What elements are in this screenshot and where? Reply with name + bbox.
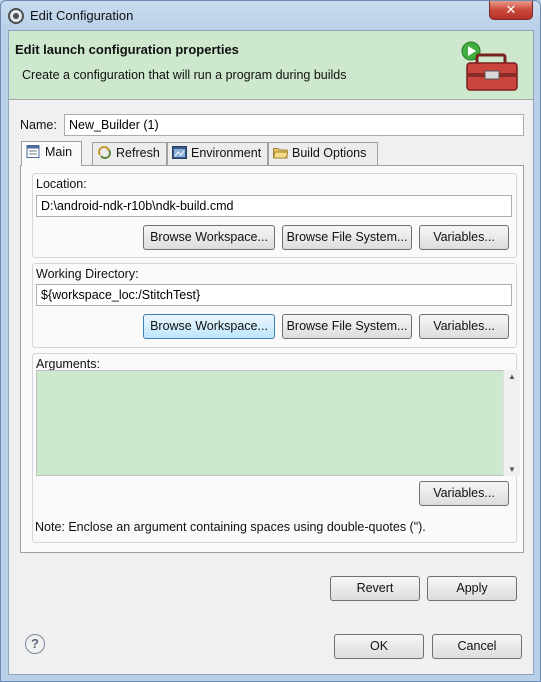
arguments-scrollbar[interactable]: ▲ ▼ xyxy=(503,370,520,476)
scroll-down-arrow-icon[interactable]: ▼ xyxy=(508,465,516,474)
main-tab-panel: Location: Browse Workspace... Browse Fil… xyxy=(20,165,524,553)
location-input[interactable] xyxy=(36,195,512,217)
edit-configuration-window: Edit Configuration ✕ Edit launch configu… xyxy=(0,0,541,682)
location-label: Location: xyxy=(36,177,87,191)
header-title: Edit launch configuration properties xyxy=(15,42,239,57)
tab-build-options-label: Build Options xyxy=(292,146,367,160)
refresh-icon xyxy=(98,146,111,159)
working-directory-variables-button[interactable]: Variables... xyxy=(419,314,509,339)
dialog-header: Edit launch configuration properties Cre… xyxy=(9,31,533,100)
location-browse-workspace-button[interactable]: Browse Workspace... xyxy=(143,225,275,250)
help-icon[interactable]: ? xyxy=(25,634,45,654)
working-directory-label: Working Directory: xyxy=(36,267,139,281)
name-input[interactable] xyxy=(64,114,524,136)
tab-main-label: Main xyxy=(45,145,73,159)
environment-icon xyxy=(172,146,187,159)
arguments-label: Arguments: xyxy=(36,357,100,371)
tab-refresh-label: Refresh xyxy=(116,146,160,160)
dialog-client-area: Edit launch configuration properties Cre… xyxy=(8,30,534,675)
working-directory-browse-workspace-button[interactable]: Browse Workspace... xyxy=(143,314,275,339)
cancel-button[interactable]: Cancel xyxy=(432,634,522,659)
working-directory-input[interactable] xyxy=(36,284,512,306)
title-bar[interactable]: Edit Configuration ✕ xyxy=(1,1,540,31)
location-browse-file-system-button[interactable]: Browse File System... xyxy=(282,225,412,250)
eclipse-app-icon xyxy=(8,8,24,24)
location-variables-button[interactable]: Variables... xyxy=(419,225,509,250)
tab-build-options[interactable]: Build Options xyxy=(268,142,378,165)
arguments-variables-button[interactable]: Variables... xyxy=(419,481,509,506)
location-group: Location: Browse Workspace... Browse Fil… xyxy=(32,173,517,258)
header-description: Create a configuration that will run a p… xyxy=(22,68,347,82)
ok-button[interactable]: OK xyxy=(334,634,424,659)
arguments-group: Arguments: ▲ ▼ Variables... xyxy=(32,353,520,543)
working-directory-browse-file-system-button[interactable]: Browse File System... xyxy=(282,314,412,339)
tab-environment-label: Environment xyxy=(191,146,262,160)
tab-environment[interactable]: Environment xyxy=(167,142,268,165)
name-label: Name: xyxy=(20,118,57,132)
scroll-up-arrow-icon[interactable]: ▲ xyxy=(508,372,516,381)
folder-icon xyxy=(273,148,288,159)
working-directory-group: Working Directory: Browse Workspace... B… xyxy=(32,263,517,348)
window-title: Edit Configuration xyxy=(30,8,134,23)
arguments-textarea[interactable] xyxy=(36,370,509,476)
tab-refresh[interactable]: Refresh xyxy=(92,142,167,165)
arguments-note: Note: Enclose an argument containing spa… xyxy=(35,520,426,534)
main-tab-icon xyxy=(26,145,40,158)
tab-main[interactable]: Main xyxy=(21,141,82,166)
apply-button[interactable]: Apply xyxy=(427,576,517,601)
close-button[interactable]: ✕ xyxy=(489,1,533,20)
toolbox-run-icon xyxy=(461,41,518,91)
revert-button[interactable]: Revert xyxy=(330,576,420,601)
